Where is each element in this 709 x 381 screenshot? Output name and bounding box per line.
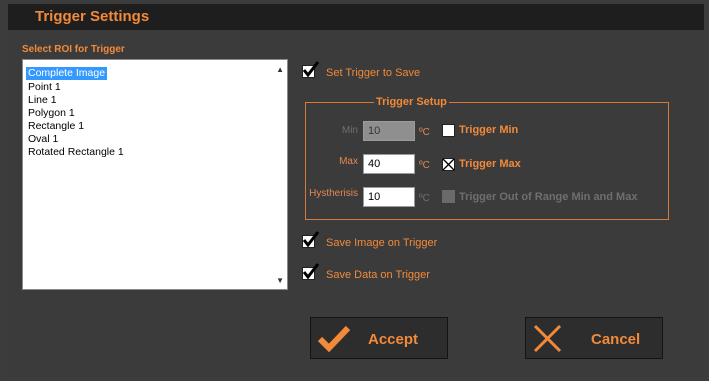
hysteresis-unit: ºC	[419, 193, 430, 204]
checkmark-icon	[302, 263, 320, 280]
roi-list-item[interactable]: Point 1	[26, 81, 126, 94]
hysteresis-label: Hystherisis	[309, 188, 358, 199]
checkmark-icon	[302, 61, 320, 78]
roi-list-item[interactable]: Line 1	[26, 94, 126, 107]
trigger-max-label: Trigger Max	[459, 158, 521, 170]
roi-list-item[interactable]: Complete Image	[26, 63, 126, 81]
roi-listbox[interactable]: Complete Image Point 1 Line 1 Polygon 1 …	[22, 59, 288, 290]
checkmark-icon	[317, 325, 351, 353]
trigger-out-of-range-checkbox[interactable]	[442, 190, 455, 203]
trigger-setup-title: Trigger Setup	[374, 96, 449, 108]
roi-list-item[interactable]: Rotated Rectangle 1	[26, 146, 126, 159]
set-trigger-to-save-checkbox[interactable]	[302, 61, 320, 78]
x-icon	[533, 324, 562, 353]
roi-item-label: Complete Image	[26, 67, 108, 80]
min-input[interactable]	[363, 121, 415, 141]
trigger-min-label: Trigger Min	[459, 124, 519, 136]
max-unit: ºC	[419, 160, 430, 171]
dialog-title: Trigger Settings	[35, 8, 150, 25]
cancel-button[interactable]: Cancel	[525, 317, 663, 359]
hysteresis-input[interactable]	[363, 187, 415, 207]
trigger-max-checkbox[interactable]	[442, 158, 455, 171]
save-image-on-trigger-checkbox[interactable]	[302, 231, 320, 248]
accept-button[interactable]: Accept	[310, 317, 448, 359]
roi-list-item[interactable]: Oval 1	[26, 133, 126, 146]
scroll-down-arrow-icon[interactable]: ▼	[276, 276, 284, 285]
trigger-settings-dialog: Trigger Settings Select ROI for Trigger …	[8, 4, 704, 377]
max-input[interactable]	[363, 154, 415, 174]
roi-list-item[interactable]: Rectangle 1	[26, 120, 126, 133]
trigger-out-of-range-label: Trigger Out of Range Min and Max	[459, 191, 638, 203]
trigger-min-checkbox[interactable]	[442, 124, 455, 137]
accept-button-label: Accept	[368, 331, 419, 348]
min-unit: ºC	[419, 127, 430, 138]
title-bar: Trigger Settings	[8, 4, 704, 30]
save-data-on-trigger-label: Save Data on Trigger	[326, 269, 430, 281]
set-trigger-to-save-label: Set Trigger to Save	[326, 67, 421, 79]
min-label: Min	[341, 125, 358, 136]
cancel-button-label: Cancel	[591, 331, 641, 348]
max-label: Max	[339, 156, 358, 167]
scroll-up-arrow-icon[interactable]: ▲	[276, 65, 284, 74]
roi-list-label: Select ROI for Trigger	[22, 44, 125, 55]
checkmark-icon	[302, 231, 320, 248]
save-data-on-trigger-checkbox[interactable]	[302, 263, 320, 280]
save-image-on-trigger-label: Save Image on Trigger	[326, 237, 438, 249]
x-mark-icon	[442, 158, 455, 171]
roi-list-item[interactable]: Polygon 1	[26, 107, 126, 120]
